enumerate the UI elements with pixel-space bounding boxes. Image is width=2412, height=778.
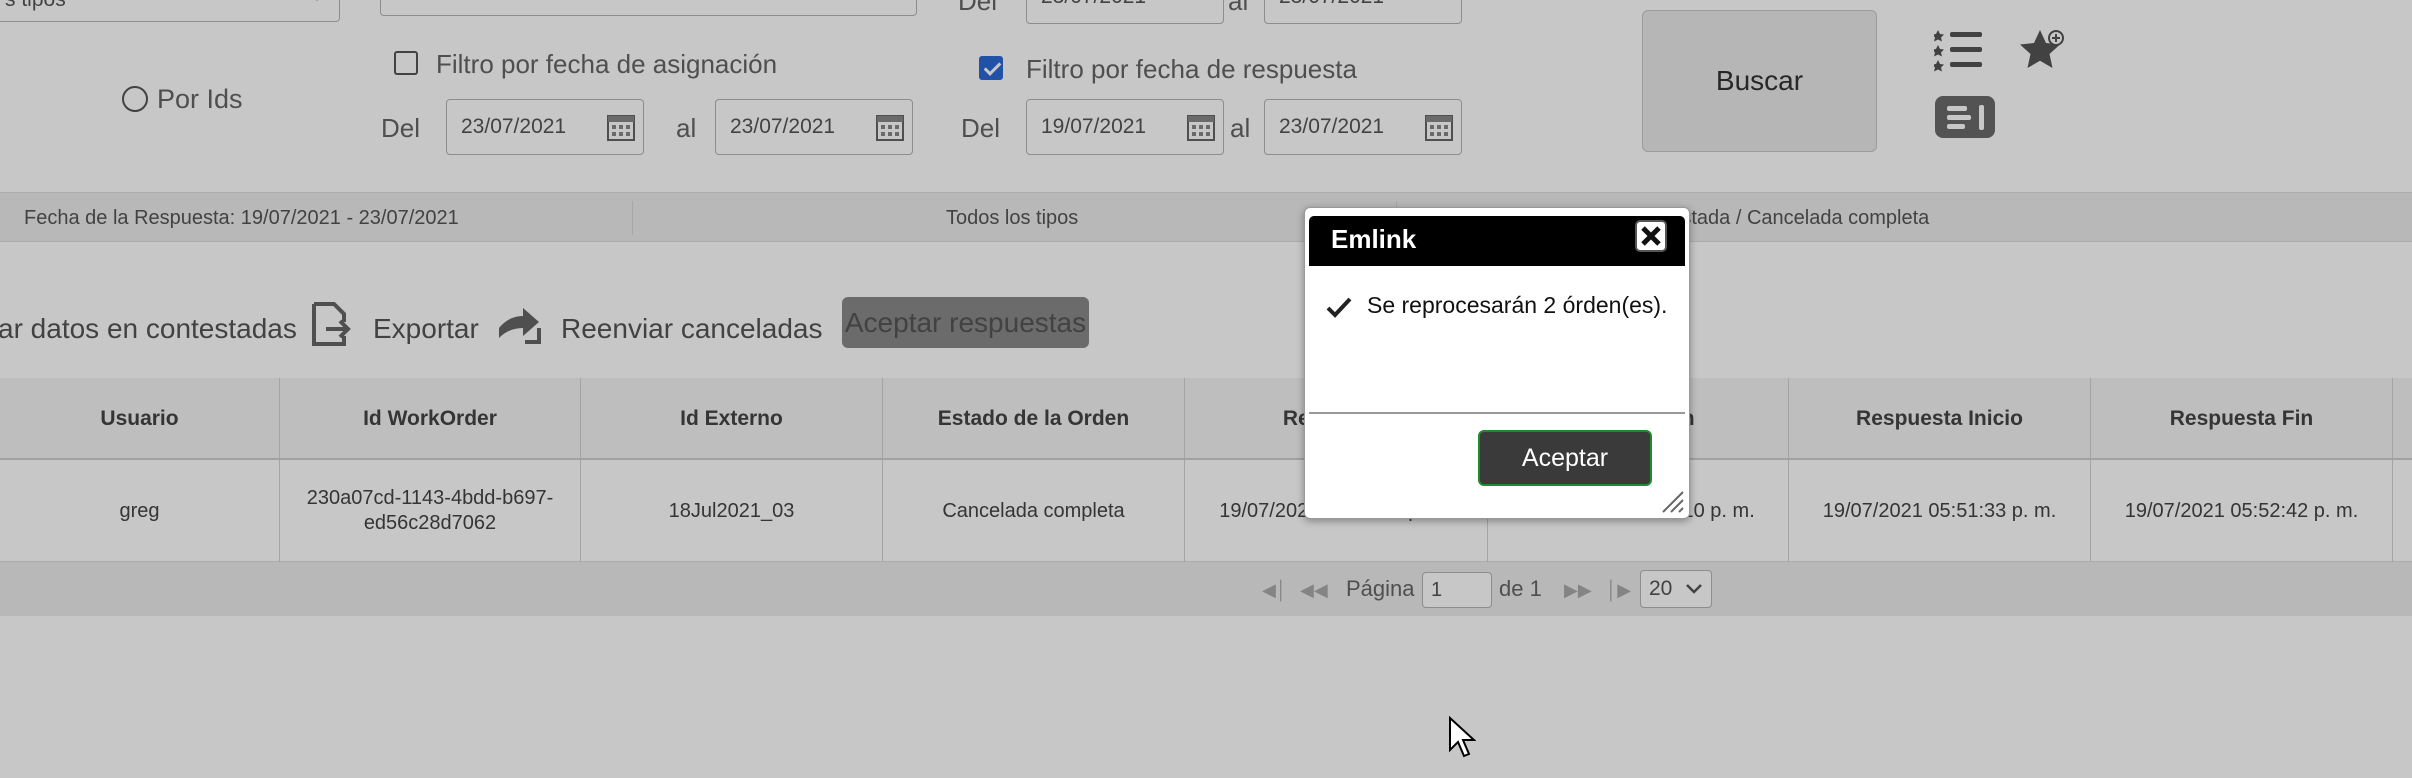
dialog-accept-label: Aceptar bbox=[1521, 443, 1609, 472]
check-icon bbox=[1326, 297, 1352, 318]
dialog-close-button[interactable] bbox=[1635, 220, 1667, 252]
emlink-dialog: Emlink Se reprocesarán 2 órden(es). Acep… bbox=[1304, 207, 1690, 519]
close-icon bbox=[1641, 226, 1661, 246]
app-page: s tipos Del 23/07/2021 al 23/07/2021 Por… bbox=[0, 0, 2412, 778]
mouse-cursor-icon bbox=[1449, 716, 1476, 758]
dialog-accept-button[interactable]: Aceptar bbox=[1478, 430, 1652, 486]
resize-grip-icon[interactable] bbox=[1659, 488, 1685, 514]
dialog-title: Emlink bbox=[1309, 216, 1685, 266]
modal-overlay bbox=[0, 0, 2412, 778]
dialog-separator bbox=[1309, 412, 1685, 414]
dialog-message: Se reprocesarán 2 órden(es). bbox=[1367, 292, 1668, 318]
